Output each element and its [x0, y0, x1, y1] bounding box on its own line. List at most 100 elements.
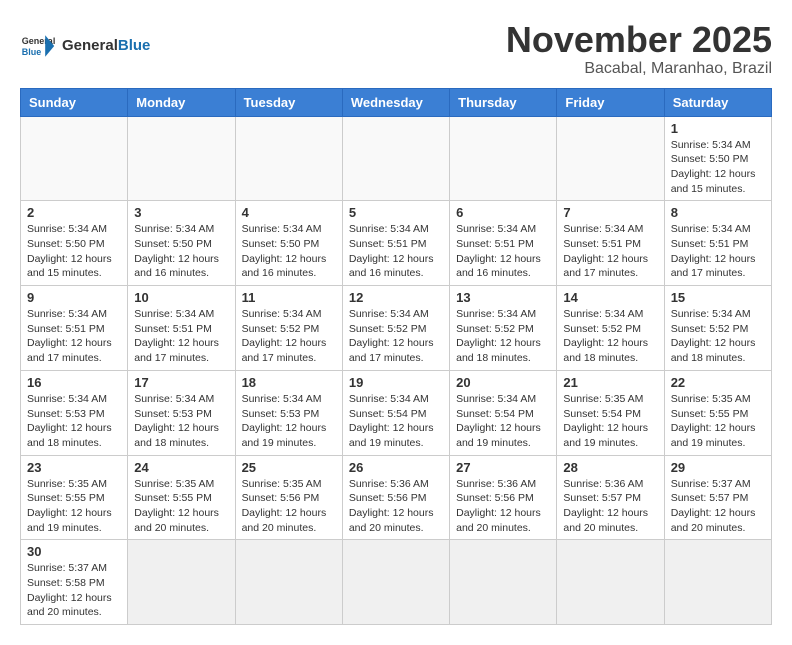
weekday-header-friday: Friday — [557, 88, 664, 116]
calendar: SundayMondayTuesdayWednesdayThursdayFrid… — [20, 88, 772, 626]
calendar-cell: 16 Sunrise: 5:34 AM Sunset: 5:53 PM Dayli… — [21, 370, 128, 455]
day-number: 2 — [27, 205, 121, 220]
day-number: 9 — [27, 290, 121, 305]
day-info: Sunrise: 5:34 AM Sunset: 5:54 PM Dayligh… — [349, 392, 443, 451]
day-number: 21 — [563, 375, 657, 390]
day-number: 1 — [671, 121, 765, 136]
day-number: 6 — [456, 205, 550, 220]
weekday-header-row: SundayMondayTuesdayWednesdayThursdayFrid… — [21, 88, 772, 116]
calendar-cell: 29 Sunrise: 5:37 AM Sunset: 5:57 PM Dayli… — [664, 455, 771, 540]
weekday-header-monday: Monday — [128, 88, 235, 116]
day-info: Sunrise: 5:34 AM Sunset: 5:51 PM Dayligh… — [456, 222, 550, 281]
weekday-header-wednesday: Wednesday — [342, 88, 449, 116]
calendar-cell: 6 Sunrise: 5:34 AM Sunset: 5:51 PM Daylig… — [450, 201, 557, 286]
day-number: 10 — [134, 290, 228, 305]
day-number: 3 — [134, 205, 228, 220]
calendar-cell: 5Sunrise: 5:34 AM Sunset: 5:51 PM Daylig… — [342, 201, 449, 286]
calendar-cell: 15Sunrise: 5:34 AM Sunset: 5:52 PM Dayli… — [664, 286, 771, 371]
day-info: Sunrise: 5:34 AM Sunset: 5:52 PM Dayligh… — [242, 307, 336, 366]
day-info: Sunrise: 5:34 AM Sunset: 5:51 PM Dayligh… — [563, 222, 657, 281]
calendar-cell: 4 Sunrise: 5:34 AM Sunset: 5:50 PM Daylig… — [235, 201, 342, 286]
day-info: Sunrise: 5:36 AM Sunset: 5:57 PM Dayligh… — [563, 477, 657, 536]
calendar-cell — [235, 116, 342, 201]
logo: General Blue GeneralBlue — [20, 28, 150, 64]
calendar-cell — [21, 116, 128, 201]
calendar-cell — [557, 116, 664, 201]
day-number: 30 — [27, 544, 121, 559]
day-number: 25 — [242, 460, 336, 475]
calendar-cell: 28 Sunrise: 5:36 AM Sunset: 5:57 PM Dayli… — [557, 455, 664, 540]
calendar-cell: 8Sunrise: 5:34 AM Sunset: 5:51 PM Daylig… — [664, 201, 771, 286]
svg-text:Blue: Blue — [22, 47, 42, 57]
day-number: 28 — [563, 460, 657, 475]
day-info: Sunrise: 5:34 AM Sunset: 5:50 PM Dayligh… — [134, 222, 228, 281]
calendar-cell: 9 Sunrise: 5:34 AM Sunset: 5:51 PM Daylig… — [21, 286, 128, 371]
calendar-cell: 13 Sunrise: 5:34 AM Sunset: 5:52 PM Dayli… — [450, 286, 557, 371]
week-row-2: 2 Sunrise: 5:34 AM Sunset: 5:50 PM Daylig… — [21, 201, 772, 286]
logo-label: GeneralBlue — [62, 38, 150, 55]
day-number: 20 — [456, 375, 550, 390]
day-info: Sunrise: 5:34 AM Sunset: 5:50 PM Dayligh… — [27, 222, 121, 281]
day-info: Sunrise: 5:35 AM Sunset: 5:54 PM Dayligh… — [563, 392, 657, 451]
day-number: 12 — [349, 290, 443, 305]
day-info: Sunrise: 5:34 AM Sunset: 5:52 PM Dayligh… — [563, 307, 657, 366]
calendar-cell: 7 Sunrise: 5:34 AM Sunset: 5:51 PM Daylig… — [557, 201, 664, 286]
weekday-header-tuesday: Tuesday — [235, 88, 342, 116]
day-info: Sunrise: 5:34 AM Sunset: 5:51 PM Dayligh… — [349, 222, 443, 281]
day-number: 16 — [27, 375, 121, 390]
day-number: 14 — [563, 290, 657, 305]
day-info: Sunrise: 5:34 AM Sunset: 5:52 PM Dayligh… — [349, 307, 443, 366]
calendar-cell — [128, 116, 235, 201]
calendar-cell: 11 Sunrise: 5:34 AM Sunset: 5:52 PM Dayli… — [235, 286, 342, 371]
day-number: 29 — [671, 460, 765, 475]
weekday-header-thursday: Thursday — [450, 88, 557, 116]
day-number: 11 — [242, 290, 336, 305]
day-number: 23 — [27, 460, 121, 475]
day-number: 18 — [242, 375, 336, 390]
day-info: Sunrise: 5:34 AM Sunset: 5:51 PM Dayligh… — [27, 307, 121, 366]
day-number: 19 — [349, 375, 443, 390]
day-number: 7 — [563, 205, 657, 220]
calendar-cell: 1 Sunrise: 5:34 AM Sunset: 5:50 PM Daylig… — [664, 116, 771, 201]
calendar-cell: 21 Sunrise: 5:35 AM Sunset: 5:54 PM Dayli… — [557, 370, 664, 455]
day-number: 27 — [456, 460, 550, 475]
day-info: Sunrise: 5:35 AM Sunset: 5:55 PM Dayligh… — [134, 477, 228, 536]
week-row-5: 23 Sunrise: 5:35 AM Sunset: 5:55 PM Dayli… — [21, 455, 772, 540]
day-info: Sunrise: 5:34 AM Sunset: 5:51 PM Dayligh… — [134, 307, 228, 366]
week-row-4: 16 Sunrise: 5:34 AM Sunset: 5:53 PM Dayli… — [21, 370, 772, 455]
calendar-cell: 19 Sunrise: 5:34 AM Sunset: 5:54 PM Dayli… — [342, 370, 449, 455]
title-area: November 2025 Bacabal, Maranhao, Brazil — [506, 20, 772, 78]
day-info: Sunrise: 5:37 AM Sunset: 5:57 PM Dayligh… — [671, 477, 765, 536]
calendar-cell — [450, 116, 557, 201]
day-number: 13 — [456, 290, 550, 305]
calendar-cell: 3 Sunrise: 5:34 AM Sunset: 5:50 PM Daylig… — [128, 201, 235, 286]
day-info: Sunrise: 5:34 AM Sunset: 5:52 PM Dayligh… — [456, 307, 550, 366]
day-number: 17 — [134, 375, 228, 390]
header: General Blue GeneralBlue November 2025 B… — [20, 20, 772, 78]
subtitle: Bacabal, Maranhao, Brazil — [506, 60, 772, 78]
day-info: Sunrise: 5:34 AM Sunset: 5:50 PM Dayligh… — [671, 138, 765, 197]
weekday-header-saturday: Saturday — [664, 88, 771, 116]
calendar-cell: 27 Sunrise: 5:36 AM Sunset: 5:56 PM Dayli… — [450, 455, 557, 540]
day-info: Sunrise: 5:35 AM Sunset: 5:55 PM Dayligh… — [27, 477, 121, 536]
day-number: 22 — [671, 375, 765, 390]
calendar-cell: 2 Sunrise: 5:34 AM Sunset: 5:50 PM Daylig… — [21, 201, 128, 286]
day-info: Sunrise: 5:34 AM Sunset: 5:50 PM Dayligh… — [242, 222, 336, 281]
day-info: Sunrise: 5:36 AM Sunset: 5:56 PM Dayligh… — [456, 477, 550, 536]
day-info: Sunrise: 5:36 AM Sunset: 5:56 PM Dayligh… — [349, 477, 443, 536]
day-number: 8 — [671, 205, 765, 220]
day-info: Sunrise: 5:37 AM Sunset: 5:58 PM Dayligh… — [27, 561, 121, 620]
day-info: Sunrise: 5:35 AM Sunset: 5:55 PM Dayligh… — [671, 392, 765, 451]
day-number: 4 — [242, 205, 336, 220]
day-info: Sunrise: 5:34 AM Sunset: 5:53 PM Dayligh… — [27, 392, 121, 451]
calendar-cell: 12 Sunrise: 5:34 AM Sunset: 5:52 PM Dayli… — [342, 286, 449, 371]
calendar-cell — [342, 116, 449, 201]
week-row-1: 1 Sunrise: 5:34 AM Sunset: 5:50 PM Daylig… — [21, 116, 772, 201]
week-row-3: 9 Sunrise: 5:34 AM Sunset: 5:51 PM Daylig… — [21, 286, 772, 371]
calendar-cell: 17 Sunrise: 5:34 AM Sunset: 5:53 PM Dayli… — [128, 370, 235, 455]
calendar-cell: 10 Sunrise: 5:34 AM Sunset: 5:51 PM Dayli… — [128, 286, 235, 371]
day-info: Sunrise: 5:34 AM Sunset: 5:53 PM Dayligh… — [134, 392, 228, 451]
day-info: Sunrise: 5:34 AM Sunset: 5:52 PM Dayligh… — [671, 307, 765, 366]
day-info: Sunrise: 5:34 AM Sunset: 5:53 PM Dayligh… — [242, 392, 336, 451]
day-info: Sunrise: 5:34 AM Sunset: 5:54 PM Dayligh… — [456, 392, 550, 451]
